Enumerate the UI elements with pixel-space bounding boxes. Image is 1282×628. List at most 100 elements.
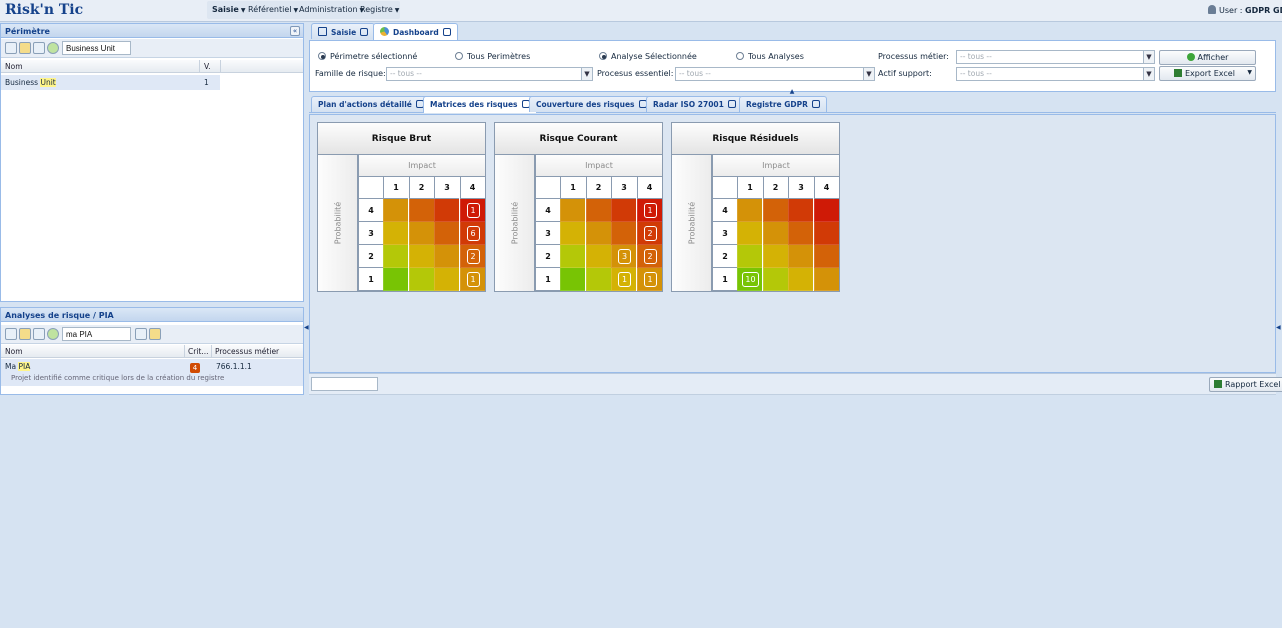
tab-saisie[interactable]: Saisie [311,23,376,39]
matrix-cell[interactable]: 3 [611,245,636,268]
matrix-cell [762,268,788,291]
new-icon[interactable] [5,328,17,340]
probability-row-header: 4 [358,199,383,222]
processus-metier-select[interactable]: -- tous -- ▼ [956,50,1155,64]
perimetre-panel: Périmètre « Nom V. Business Unit 1 [0,23,304,302]
column-crit[interactable]: Crit... [188,347,209,356]
column-nom[interactable]: Nom [5,62,23,71]
matrix-cell [434,268,459,291]
risk-count-badge[interactable]: 1 [643,203,657,218]
risk-matrix: Risque Brut Probabilité Impact 1 2 3 4 4 1 3 6 2 2 1 1 [317,122,486,292]
risk-count-badge[interactable]: 2 [643,226,657,241]
tab-matrices-risques[interactable]: Matrices des risques [423,96,537,113]
column-processus[interactable]: Processus métier [215,347,279,356]
popout-icon[interactable] [360,28,369,36]
row-name: Ma PIA [5,362,31,371]
actif-support-select[interactable]: -- tous -- ▼ [956,67,1155,81]
delete-icon[interactable] [33,42,45,54]
tab-dashboard[interactable]: Dashboard [373,23,458,40]
radio-dot [318,52,326,60]
chevron-down-icon[interactable]: ▼ [1247,69,1252,76]
column-v[interactable]: V. [204,62,211,71]
risk-count-badge[interactable]: 1 [643,272,657,287]
risk-count-badge[interactable]: 6 [466,226,480,241]
collapse-up-icon[interactable]: ▲ [783,89,801,95]
export-excel-button[interactable]: Export Excel ▼ [1159,66,1256,81]
filter-panel: Périmetre sélectionné Tous Perimètres An… [309,40,1276,92]
chevron-down-icon: ▼ [1143,68,1154,80]
matrix-cell[interactable]: 1 [459,199,485,222]
tab-couverture-risques[interactable]: Couverture des risques [529,96,654,112]
processus-essentiel-select[interactable]: -- tous -- ▼ [675,67,875,81]
paste-icon[interactable] [149,328,161,340]
new-icon[interactable] [5,42,17,54]
delete-icon[interactable] [33,328,45,340]
radio-tous-perimetres[interactable]: Tous Perimètres [455,52,530,61]
popout-icon[interactable] [811,100,820,108]
row-processus: 766.1.1.1 [216,362,252,371]
menu-registre[interactable]: Registre ▼ [360,5,399,14]
tab-registre-gdpr[interactable]: Registre GDPR [739,96,827,112]
radio-analyse-selectionnee[interactable]: Analyse Sélectionnée [599,52,697,61]
perimetre-search-input[interactable] [62,41,131,55]
matrix-cell[interactable]: 2 [636,222,662,245]
radio-tous-analyses[interactable]: Tous Analyses [736,52,804,61]
radio-perimetre-selectionne[interactable]: Périmetre sélectionné [318,52,417,61]
matrix-cell[interactable]: 6 [459,222,485,245]
edit-icon[interactable] [19,42,31,54]
splitter-left-arrow-icon[interactable]: ◀ [304,324,309,331]
matrix-cell [762,245,788,268]
collapse-left-icon[interactable]: « [290,26,300,36]
processus-metier-label: Processus métier: [878,52,949,61]
analyses-column-header: Nom Crit... Processus métier [1,345,303,358]
user-icon [1208,5,1216,14]
matrix-cell[interactable]: 1 [636,199,662,222]
popout-icon[interactable] [727,100,736,108]
famille-risque-select[interactable]: -- tous -- ▼ [386,67,593,81]
afficher-button[interactable]: Afficher [1159,50,1256,65]
matrix-cell [813,222,839,245]
table-row[interactable]: Ma PIA 4 766.1.1.1 Projet identifié comm… [1,359,303,386]
matrix-cell[interactable]: 2 [636,245,662,268]
top-bar [0,0,1282,22]
menu-administration[interactable]: Administration ▼ [299,5,364,14]
impact-column-header: 4 [813,177,839,199]
bottom-search-input[interactable] [311,377,378,391]
risk-count-badge[interactable]: 1 [618,272,631,287]
matrix-cell[interactable]: 10 [737,268,762,291]
matrix-cell[interactable]: 1 [611,268,636,291]
analyses-search-input[interactable] [62,327,131,341]
refresh-icon[interactable] [47,42,59,54]
divider [309,394,1276,395]
tab-radar-iso[interactable]: Radar ISO 27001 [646,96,743,112]
matrix-cell[interactable]: 2 [459,245,485,268]
menu-saisie[interactable]: Saisie ▼ [212,5,245,14]
menu-referentiel[interactable]: Référentiel ▼ [248,5,298,14]
risk-count-badge[interactable]: 3 [618,249,631,264]
famille-risque-label: Famille de risque: [315,69,386,78]
impact-column-header: 1 [737,177,762,199]
chevron-down-icon: ▼ [863,68,874,80]
probability-row-header: 1 [535,268,560,291]
matrix-cell [611,199,636,222]
risk-count-badge[interactable]: 2 [643,249,657,264]
risk-count-badge[interactable]: 10 [742,272,759,287]
matrix-cell[interactable]: 1 [459,268,485,291]
probability-row-header: 2 [712,245,737,268]
edit-icon[interactable] [19,328,31,340]
bottom-toolbar: Rapport Excel [309,373,1282,395]
popout-icon[interactable] [442,28,451,36]
tab-plan-actions[interactable]: Plan d'actions détaillé [311,96,431,112]
matrix-cell [788,245,813,268]
table-row[interactable]: Business Unit 1 [1,75,220,90]
risk-count-badge[interactable]: 1 [466,272,480,287]
copy-icon[interactable] [135,328,147,340]
splitter-right-arrow-icon[interactable]: ◀ [1276,324,1281,331]
risk-count-badge[interactable]: 2 [466,249,480,264]
rapport-excel-button[interactable]: Rapport Excel [1209,377,1282,392]
matrix-cell [560,268,585,291]
refresh-icon[interactable] [47,328,59,340]
risk-count-badge[interactable]: 1 [466,203,480,218]
matrix-cell[interactable]: 1 [636,268,662,291]
column-nom[interactable]: Nom [5,347,23,356]
